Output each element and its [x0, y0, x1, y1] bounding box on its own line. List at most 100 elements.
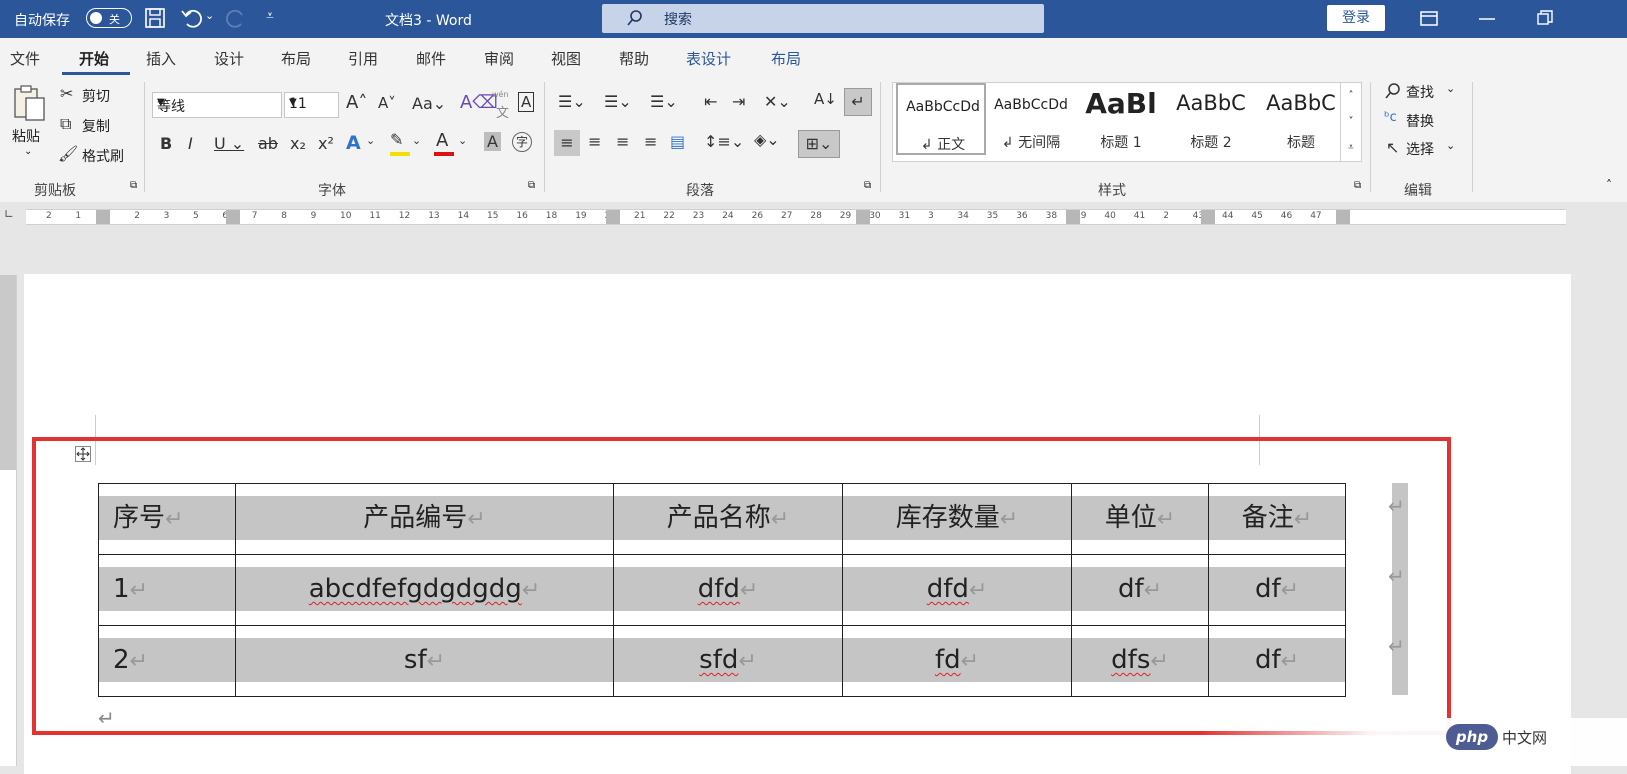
replace-button[interactable]: 替换: [1406, 111, 1434, 131]
font-launcher-icon[interactable]: ⧉: [528, 180, 535, 191]
tab-view[interactable]: 视图: [551, 48, 581, 69]
align-center-icon[interactable]: ≡: [588, 132, 601, 151]
collapse-ribbon-icon[interactable]: ˄: [1606, 178, 1612, 192]
tab-help[interactable]: 帮助: [619, 48, 649, 69]
tab-layout[interactable]: 布局: [281, 48, 311, 69]
select-dropdown-icon[interactable]: ⌄: [1446, 139, 1455, 152]
align-left-icon[interactable]: ≡: [554, 130, 580, 156]
tab-home[interactable]: 开始: [79, 48, 109, 69]
highlight-icon[interactable]: ✎: [390, 130, 403, 149]
ruler-column-marker[interactable]: [1201, 210, 1215, 224]
customize-icon[interactable]: ⩡: [266, 8, 274, 24]
change-case-icon[interactable]: Aa⌄: [412, 94, 446, 113]
font-name-combo[interactable]: 等线 ▼: [152, 92, 282, 118]
numbering-icon[interactable]: ☰⌄: [604, 92, 632, 111]
style-normal-name: ↲ 正文: [920, 137, 966, 153]
autosave-toggle[interactable]: 关: [86, 8, 132, 28]
restore-icon[interactable]: [1537, 10, 1553, 26]
style-no-spacing[interactable]: AaBbCcDd ↲ 无间隔: [986, 83, 1076, 155]
bullets-icon[interactable]: ☰⌄: [558, 92, 586, 111]
font-color-icon[interactable]: A: [436, 130, 448, 151]
ribbon-display-icon[interactable]: [1420, 11, 1438, 27]
align-right-icon[interactable]: ≡: [616, 132, 629, 151]
ruler-column-marker[interactable]: [606, 210, 620, 224]
tab-table-layout[interactable]: 布局: [771, 48, 801, 69]
character-shading-icon[interactable]: A: [484, 132, 501, 151]
borders-icon[interactable]: ⊞⌄: [798, 130, 840, 158]
show-marks-icon[interactable]: ↵: [844, 88, 872, 116]
ruler-number: 2: [46, 211, 52, 221]
style-heading-1[interactable]: AaBl 标题 1: [1076, 83, 1166, 155]
tab-table-design[interactable]: 表设计: [686, 48, 731, 69]
cut-button[interactable]: 剪切: [82, 86, 110, 106]
styles-up-icon[interactable]: ˄: [1341, 83, 1361, 109]
active-tab-indicator: [62, 72, 130, 75]
copy-button[interactable]: 复制: [82, 116, 110, 136]
style-title[interactable]: AaBbC 标题: [1256, 83, 1346, 155]
text-effects-dropdown-icon[interactable]: ⌄: [366, 134, 375, 147]
paste-dropdown-icon[interactable]: ⌄: [24, 146, 32, 157]
style-heading-1-preview: AaBl: [1085, 87, 1157, 120]
undo-dropdown-icon[interactable]: ⌄: [205, 9, 214, 22]
ruler-column-marker[interactable]: [856, 210, 870, 224]
styles-more-icon[interactable]: ⩡: [1341, 135, 1361, 161]
undo-icon[interactable]: [180, 7, 202, 29]
tab-selector-icon[interactable]: ∟: [4, 207, 14, 221]
sort-icon[interactable]: A↓: [814, 90, 837, 108]
styles-launcher-icon[interactable]: ⧉: [1354, 180, 1361, 191]
font-size-combo[interactable]: 11 ▼: [284, 92, 339, 118]
phonetic-guide-icon[interactable]: 文: [496, 102, 509, 121]
ruler-column-marker[interactable]: [226, 210, 240, 224]
styles-down-icon[interactable]: ˅: [1341, 109, 1361, 135]
ruler-number: 38: [1045, 211, 1058, 221]
ruler-number: 30: [869, 211, 881, 221]
ruler-column-marker[interactable]: [1066, 210, 1080, 224]
save-icon[interactable]: [144, 7, 166, 29]
underline-icon[interactable]: U ⌄: [214, 134, 244, 153]
ruler-column-marker[interactable]: [96, 210, 110, 224]
grow-font-icon[interactable]: A˄: [346, 92, 367, 113]
increase-indent-icon[interactable]: ⇥: [732, 92, 745, 111]
distributed-icon[interactable]: ▤: [670, 132, 685, 151]
style-normal[interactable]: AaBbCcDd ↲ 正文: [896, 83, 986, 155]
paste-icon[interactable]: [12, 84, 48, 124]
clipboard-group-label: 剪贴板: [34, 183, 76, 199]
style-heading-2[interactable]: AaBbC 标题 2: [1166, 83, 1256, 155]
italic-icon[interactable]: I: [188, 134, 193, 153]
chinese-layout-icon[interactable]: ✕⌄: [764, 92, 791, 111]
tab-references[interactable]: 引用: [348, 48, 378, 69]
bold-icon[interactable]: B: [160, 134, 172, 153]
ruler-column-marker[interactable]: [1336, 210, 1350, 224]
styles-scroll[interactable]: ˄ ˅ ⩡: [1340, 83, 1361, 161]
justify-icon[interactable]: ≡: [644, 132, 657, 151]
strikethrough-icon[interactable]: ab: [258, 134, 278, 153]
find-dropdown-icon[interactable]: ⌄: [1446, 82, 1455, 95]
line-spacing-icon[interactable]: ↕≡⌄: [704, 132, 744, 151]
font-color-dropdown-icon[interactable]: ⌄: [458, 134, 467, 147]
tab-mailings[interactable]: 邮件: [416, 48, 446, 69]
enclose-characters-icon[interactable]: 字: [512, 132, 532, 152]
tab-review[interactable]: 审阅: [484, 48, 514, 69]
shading-icon[interactable]: ◈⌄: [754, 130, 780, 149]
find-button[interactable]: 查找: [1406, 82, 1434, 102]
decrease-indent-icon[interactable]: ⇤: [704, 92, 717, 111]
clipboard-launcher-icon[interactable]: ⧉: [130, 180, 137, 191]
superscript-icon[interactable]: x²: [318, 134, 334, 153]
format-painter-button[interactable]: 格式刷: [82, 146, 124, 166]
select-button[interactable]: 选择: [1406, 139, 1434, 159]
login-button[interactable]: 登录: [1327, 5, 1385, 31]
search-box[interactable]: 搜索: [602, 4, 1044, 33]
multilevel-list-icon[interactable]: ☰⌄: [650, 92, 678, 111]
character-border-icon[interactable]: A: [518, 92, 535, 112]
minimize-icon[interactable]: [1479, 17, 1495, 21]
tab-file[interactable]: 文件: [10, 48, 40, 69]
ruler-number: 8: [281, 211, 287, 221]
tab-insert[interactable]: 插入: [146, 48, 176, 69]
paste-label[interactable]: 粘贴: [12, 126, 40, 146]
subscript-icon[interactable]: x₂: [290, 134, 306, 153]
paragraph-launcher-icon[interactable]: ⧉: [864, 180, 871, 191]
shrink-font-icon[interactable]: A˅: [378, 94, 396, 112]
highlight-dropdown-icon[interactable]: ⌄: [412, 134, 421, 147]
text-effects-icon[interactable]: A: [346, 132, 361, 154]
tab-design[interactable]: 设计: [214, 48, 244, 69]
